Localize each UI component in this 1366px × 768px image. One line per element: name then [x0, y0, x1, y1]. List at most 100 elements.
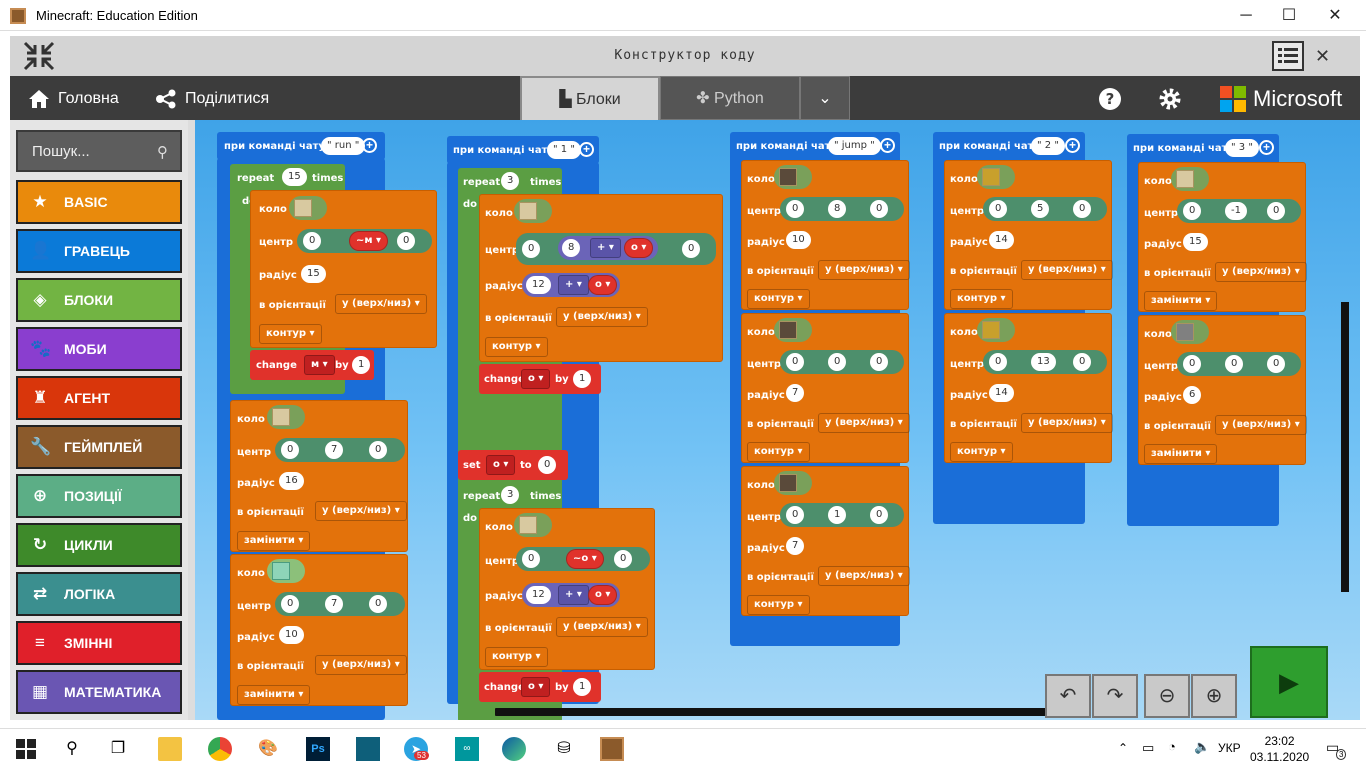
radius-add-expression[interactable]: 12 + ▾ о ▾: [522, 273, 620, 297]
home-link[interactable]: Головна: [28, 89, 119, 109]
block-type-picker[interactable]: [1171, 167, 1209, 191]
add-parameter-icon[interactable]: +: [362, 138, 377, 153]
category-5[interactable]: 🔧 ГЕЙМПЛЕЙ: [16, 425, 182, 469]
chat-command-block-run[interactable]: при команді чату " run " +: [217, 132, 385, 160]
minecraft-taskbar-icon[interactable]: [600, 737, 624, 761]
category-3[interactable]: 🐾 МОБИ: [16, 327, 182, 371]
app-icon[interactable]: [356, 737, 380, 761]
edge-icon[interactable]: [502, 737, 526, 761]
vertical-scrollbar[interactable]: [1341, 302, 1349, 592]
sphere-block[interactable]: коло центр 0 ~м ▾ 0 радіус 15 в орієнтац…: [250, 190, 437, 348]
redo-button[interactable]: ↷: [1092, 674, 1138, 718]
sphere-block[interactable]: коло центр 0 ~о ▾ 0 12 + ▾ о ▾ радіус в …: [479, 508, 655, 670]
zoom-in-button[interactable]: ⊕: [1191, 674, 1237, 718]
clock[interactable]: 23:02 03.11.2020: [1250, 733, 1309, 765]
chat-command-value[interactable]: " jump ": [828, 137, 881, 155]
radius-add-expression[interactable]: 12 + ▾ о ▾: [522, 583, 620, 607]
category-8[interactable]: ⇄ ЛОГІКА: [16, 572, 182, 616]
category-7[interactable]: ↻ ЦИКЛИ: [16, 523, 182, 567]
photoshop-icon[interactable]: Ps: [306, 737, 330, 761]
file-explorer-icon[interactable]: [158, 737, 182, 761]
outline-dropdown[interactable]: контур ▾: [259, 324, 322, 344]
set-variable-block[interactable]: set о ▾ to 0: [458, 450, 568, 480]
sphere-block[interactable]: коло центр 0 8 + ▾ о ▾ 0 12 + ▾ о ▾ раді…: [479, 194, 723, 362]
add-parameter-icon[interactable]: +: [1259, 140, 1274, 155]
position-vector[interactable]: 0 13 0: [983, 350, 1107, 374]
position-vector[interactable]: 0 8 + ▾ о ▾ 0: [516, 233, 716, 265]
chat-command-value[interactable]: " 1 ": [547, 141, 581, 159]
close-code-builder-button[interactable]: ✕: [1315, 46, 1330, 67]
chrome-icon[interactable]: [208, 737, 232, 761]
block-type-picker[interactable]: [514, 513, 552, 537]
menu-icon[interactable]: [1272, 41, 1304, 71]
sphere-block[interactable]: коло центр 0 7 0 радіус 16 в орієнтації …: [230, 400, 408, 552]
position-vector[interactable]: 0 ~о ▾ 0: [516, 547, 650, 571]
category-2[interactable]: ◈ БЛОКИ: [16, 278, 182, 322]
wifi-icon[interactable]: ◔: [1168, 739, 1176, 754]
game-icon[interactable]: ⛁: [552, 737, 576, 761]
share-link[interactable]: Поділитися: [155, 89, 269, 109]
position-vector[interactable]: 000: [1177, 352, 1301, 376]
position-vector[interactable]: 0 -1 0: [1177, 199, 1301, 223]
zoom-out-button[interactable]: ⊖: [1144, 674, 1190, 718]
change-variable-block[interactable]: change о ▾ by 1: [479, 364, 601, 394]
category-0[interactable]: ★ BASIC: [16, 180, 182, 224]
block-type-picker[interactable]: [289, 196, 327, 220]
add-parameter-icon[interactable]: +: [880, 138, 895, 153]
maximize-button[interactable]: ☐: [1266, 0, 1312, 31]
category-4[interactable]: ♜ АГЕНТ: [16, 376, 182, 420]
position-vector[interactable]: 0 7 0: [275, 592, 405, 616]
gear-icon[interactable]: [1158, 87, 1182, 111]
block-type-picker[interactable]: [1171, 320, 1209, 344]
chat-command-block-1[interactable]: при команді чату " 1 " +: [447, 136, 599, 164]
category-9[interactable]: ≡ ЗМІННІ: [16, 621, 182, 665]
radius-value[interactable]: 15: [301, 265, 326, 283]
undo-button[interactable]: ↶: [1045, 674, 1091, 718]
position-vector[interactable]: 000: [780, 350, 904, 374]
add-parameter-icon[interactable]: +: [579, 142, 594, 157]
paint-icon[interactable]: 🎨: [256, 737, 280, 761]
position-vector[interactable]: 050: [983, 197, 1107, 221]
category-6[interactable]: ⊕ ПОЗИЦІЇ: [16, 474, 182, 518]
task-view-icon[interactable]: ❐: [106, 737, 130, 761]
battery-icon[interactable]: ▭: [1142, 740, 1154, 756]
block-type-picker[interactable]: [977, 318, 1015, 342]
arduino-icon[interactable]: ∞: [455, 737, 479, 761]
language-indicator[interactable]: УКР: [1218, 741, 1241, 755]
sphere-block[interactable]: коло центр 0 8 0 радіус 10 в орієнтації у (верх/…: [741, 160, 910, 310]
position-vector[interactable]: 0 ~м ▾ 0: [297, 229, 432, 253]
block-type-picker[interactable]: [774, 165, 812, 189]
sphere-block[interactable]: коло центр 0 1 0 радіус 7 в орієнтації у (верх/н…: [741, 466, 910, 616]
block-type-picker[interactable]: [267, 559, 305, 583]
add-parameter-icon[interactable]: +: [1065, 138, 1080, 153]
blocks-workspace[interactable]: при команді чату " run " + repeat 15 tim…: [195, 120, 1360, 720]
position-vector[interactable]: 0 7 0: [275, 438, 405, 462]
sphere-block[interactable]: коло центр 0 0 0 радіус 7 в орієнтації у (верх/н…: [741, 313, 910, 463]
minimize-button[interactable]: ─: [1223, 0, 1269, 31]
chat-command-value[interactable]: " 2 ": [1031, 137, 1065, 155]
sphere-block[interactable]: коло центр 0 0 0 радіус 6 в орієнтації у (верх/н…: [1138, 315, 1307, 465]
language-dropdown-button[interactable]: ⌄: [800, 76, 850, 120]
help-icon[interactable]: ?: [1098, 87, 1122, 111]
block-type-picker[interactable]: [267, 405, 305, 429]
volume-icon[interactable]: 🔈: [1194, 739, 1210, 755]
search-input[interactable]: Пошук... ⚲: [16, 130, 182, 172]
change-variable-block[interactable]: change м ▾ by 1: [250, 350, 374, 380]
chat-command-value[interactable]: " run ": [321, 137, 366, 155]
position-vector[interactable]: 010: [780, 503, 904, 527]
windows-start-icon[interactable]: [14, 737, 38, 761]
block-type-picker[interactable]: [774, 318, 812, 342]
search-icon[interactable]: ⚲: [60, 737, 84, 761]
sphere-block[interactable]: коло центр 0 7 0 радіус 10 в орієнтації …: [230, 554, 408, 706]
tab-python[interactable]: ✤ Python: [660, 76, 800, 120]
sphere-block[interactable]: коло центр 0 13 0 радіус 14 в орієнтації у (верх…: [944, 313, 1113, 463]
position-vector[interactable]: 080: [780, 197, 904, 221]
run-button[interactable]: ▶: [1250, 646, 1328, 718]
horizontal-scrollbar[interactable]: [495, 708, 1080, 716]
sidebar-scrollbar[interactable]: [188, 120, 195, 720]
repeat-count[interactable]: 15: [282, 168, 307, 186]
change-variable-block[interactable]: change о ▾ by 1: [479, 672, 601, 702]
block-type-picker[interactable]: [514, 199, 552, 223]
tab-blocks[interactable]: ▙ Блоки: [520, 76, 660, 124]
block-type-picker[interactable]: [977, 165, 1015, 189]
